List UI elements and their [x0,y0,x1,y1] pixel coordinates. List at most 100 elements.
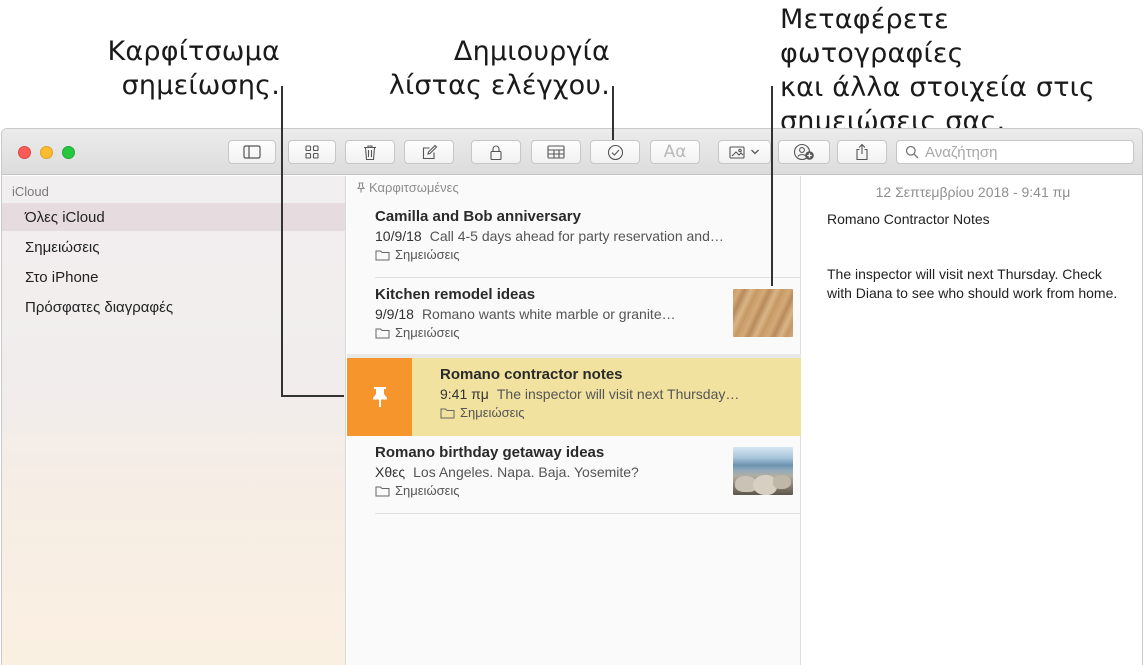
zoom-window-button[interactable] [62,146,75,159]
note-thumbnail-wood [733,289,793,337]
sidebar-item-on-iphone[interactable]: Στο iPhone [2,263,345,291]
sidebar-item-notes[interactable]: Σημειώσεις [2,233,345,261]
delete-button[interactable] [345,140,395,164]
callout-checklist-line-1: Δημιουργία [453,36,610,67]
folder-icon [440,408,455,418]
note-date: Χθες [375,464,406,480]
pinned-header-label: Καρφιτσωμένες [369,180,459,195]
note-item-content: Romano birthday getaway ideas Χθες Los An… [375,436,801,514]
table-icon [547,145,565,159]
note-folder-label: Σημειώσεις [395,325,460,340]
note-item[interactable]: Kitchen remodel ideas 9/9/18 Romano wants… [347,278,801,356]
note-folder-label: Σημειώσεις [460,405,525,420]
note-item[interactable]: Camilla and Bob anniversary 10/9/18 Call … [347,200,801,278]
pin-icon [372,387,387,407]
callout-checklist-line-2: λίστας ελέγχου. [388,70,610,101]
callout-pin-line-1: Καρφίτσωμα [107,36,280,67]
sidebar-icon [243,145,261,159]
note-title: Romano contractor notes [440,366,623,383]
note-editor[interactable]: 12 Σεπτεμβρίου 2018 - 9:41 πμ Romano Con… [802,176,1142,665]
notes-window: Aα iCloud Όλες iCloud Σ [1,128,1143,665]
share-icon [856,143,868,161]
note-meta: 9/9/18 Romano wants white marble or grani… [375,306,676,322]
table-button[interactable] [531,140,581,164]
note-preview: Call 4-5 days ahead for party reservatio… [429,228,724,244]
sidebar-item-label: Σημειώσεις [25,238,100,256]
gallery-view-button[interactable] [288,140,336,164]
compose-button[interactable] [404,140,454,164]
sidebar-item-recently-deleted[interactable]: Πρόσφατες διαγραφές [2,293,345,321]
search-icon [905,145,919,159]
note-preview: Los Angeles. Napa. Baja. Yosemite? [413,464,639,480]
lock-button[interactable] [471,140,521,164]
page: Καρφίτσωμα σημείωσης. Δημιουργία λίστας … [0,0,1144,665]
note-list: Καρφιτσωμένες Camilla and Bob anniversar… [347,176,801,665]
sidebar-item-label: Όλες iCloud [25,208,105,226]
folder-icon [375,486,390,496]
note-folder: Σημειώσεις [440,405,525,420]
callout-pin-note: Καρφίτσωμα σημείωσης. [100,35,280,103]
note-item-selected[interactable]: Romano contractor notes 9:41 πμ The inspe… [347,358,801,436]
sidebar-item-label: Πρόσφατες διαγραφές [25,298,174,316]
note-item[interactable]: Romano birthday getaway ideas Χθες Los An… [347,436,801,514]
pin-icon [357,182,365,193]
note-item-content: Kitchen remodel ideas 9/9/18 Romano wants… [375,278,801,356]
media-button[interactable] [718,140,771,164]
note-title: Kitchen remodel ideas [375,286,536,303]
note-item-content: Romano contractor notes 9:41 πμ The inspe… [440,358,801,436]
leader-line-pin-horizontal [281,395,344,397]
callout-drag-line-1: Μεταφέρετε φωτογραφίες [780,4,964,69]
note-date: 10/9/18 [375,228,422,244]
note-folder-label: Σημειώσεις [395,483,460,498]
note-folder: Σημειώσεις [375,325,460,340]
leader-line-drag [771,86,773,286]
toolbar: Aα [2,129,1142,175]
grid-icon [305,145,319,159]
note-date: 9:41 πμ [440,386,489,402]
note-meta: Χθες Los Angeles. Napa. Baja. Yosemite? [375,464,639,480]
search-field[interactable] [896,140,1134,164]
pinned-section-header: Καρφιτσωμένες [357,180,459,195]
leader-line-checklist [612,86,614,140]
compose-icon [422,144,437,159]
format-icon: Aα [663,142,687,162]
note-title: Romano birthday getaway ideas [375,444,605,461]
note-preview: The inspector will visit next Thursday… [496,386,740,402]
note-editor-title[interactable]: Romano Contractor Notes [827,211,990,227]
callout-drag-items: Μεταφέρετε φωτογραφίες και άλλα στοιχεία… [780,3,1140,139]
note-folder-label: Σημειώσεις [395,247,460,262]
photo-icon [729,145,745,159]
checklist-button[interactable] [590,140,640,164]
note-preview: Romano wants white marble or granite… [421,306,676,322]
sidebar: iCloud Όλες iCloud Σημειώσεις Στο iPhone… [2,176,346,665]
note-date: 9/9/18 [375,306,414,322]
collaborate-button[interactable] [778,140,830,164]
callout-drag-line-2: και άλλα στοιχεία στις [780,72,1096,103]
note-folder: Σημειώσεις [375,483,460,498]
share-button[interactable] [837,140,887,164]
sidebar-section-icloud: iCloud [12,184,49,199]
minimize-window-button[interactable] [40,146,53,159]
note-folder: Σημειώσεις [375,247,460,262]
trash-icon [364,144,376,160]
add-people-icon [793,143,814,161]
sidebar-item-all-icloud[interactable]: Όλες iCloud [2,203,345,231]
note-title: Camilla and Bob anniversary [375,208,581,225]
note-meta: 9:41 πμ The inspector will visit next Thu… [440,386,739,402]
callout-checklist: Δημιουργία λίστας ελέγχου. [385,35,610,103]
search-input[interactable] [925,143,1125,161]
note-item-content: Camilla and Bob anniversary 10/9/18 Call … [375,200,801,278]
note-editor-date: 12 Σεπτεμβρίου 2018 - 9:41 πμ [875,184,1071,200]
checkmark-circle-icon [607,144,623,160]
folder-icon [375,250,390,260]
note-editor-body[interactable]: The inspector will visit next Thursday. … [827,265,1127,303]
format-button[interactable]: Aα [650,140,700,164]
callout-pin-line-2: σημείωσης. [121,70,280,101]
pin-note-button[interactable] [347,358,412,436]
close-window-button[interactable] [18,146,31,159]
note-thumbnail-beach [733,447,793,495]
note-meta: 10/9/18 Call 4-5 days ahead for party res… [375,228,724,244]
folder-icon [375,328,390,338]
leader-line-pin-vertical [281,86,283,396]
sidebar-toggle-button[interactable] [228,140,276,164]
